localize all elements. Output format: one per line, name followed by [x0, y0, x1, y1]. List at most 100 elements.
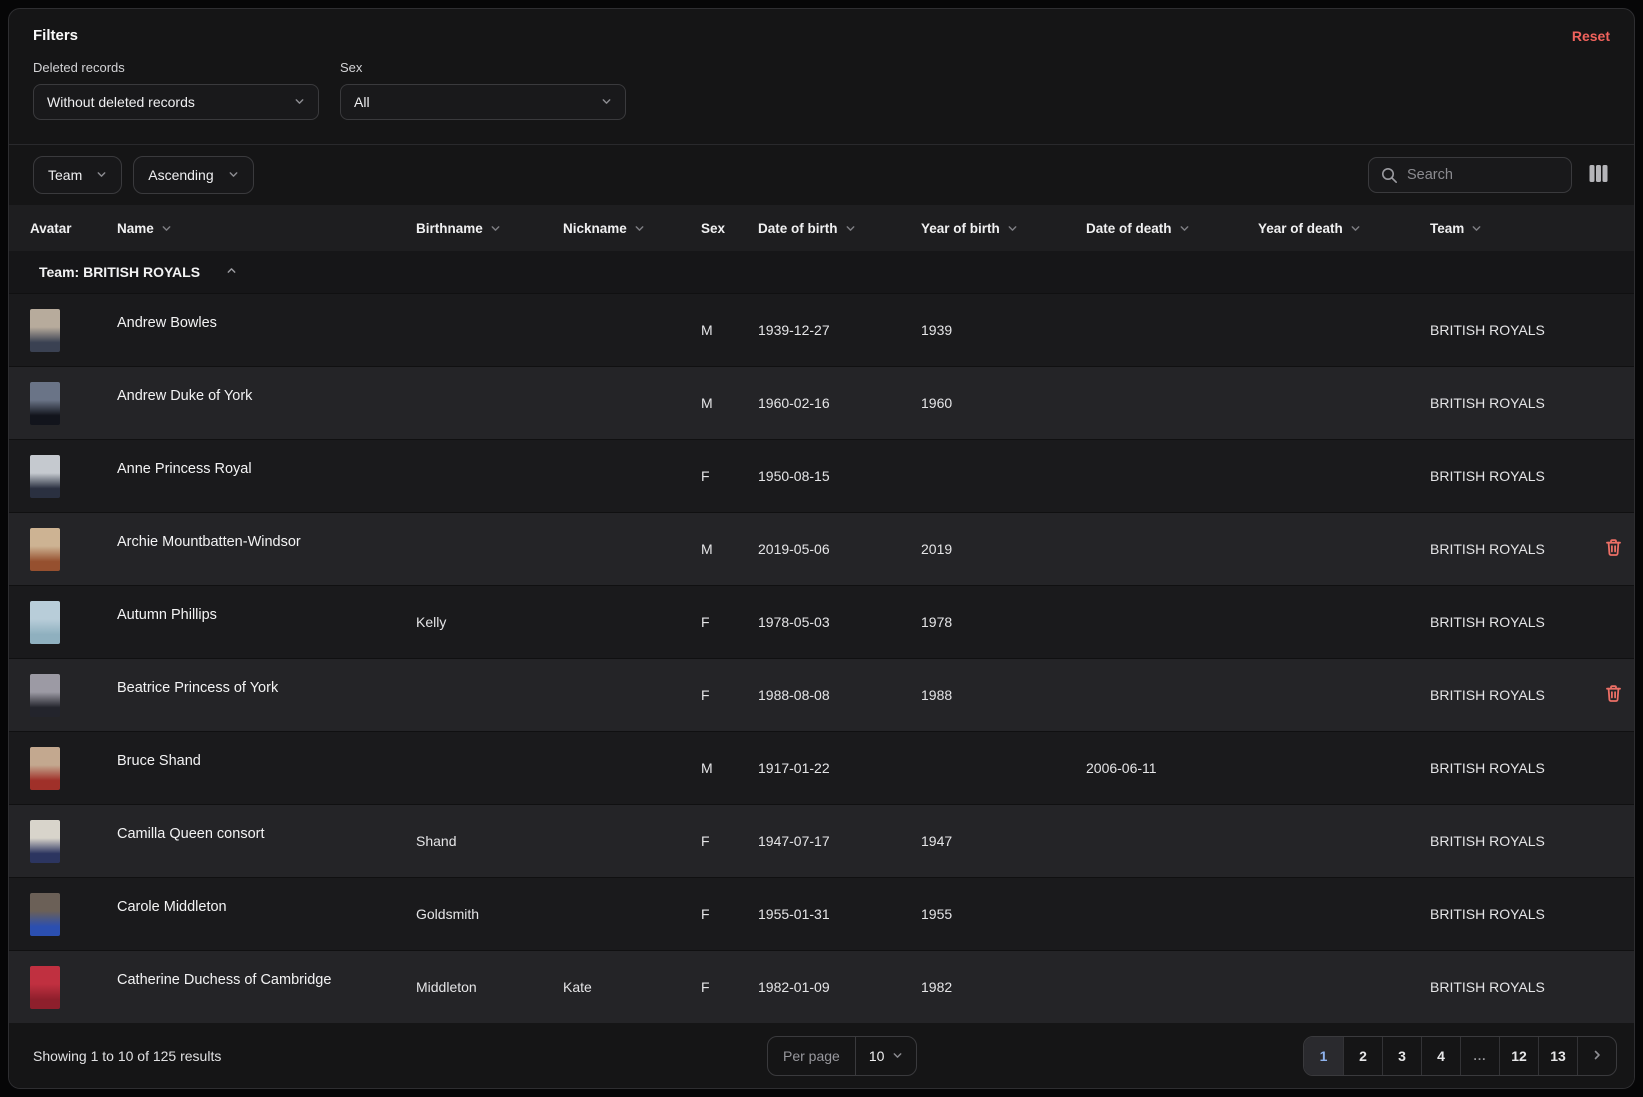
row-team: BRITISH ROYALS: [1430, 979, 1593, 995]
column-header-year_of_death[interactable]: Year of death: [1258, 221, 1430, 236]
row-sex: F: [701, 906, 758, 922]
avatar: [30, 966, 60, 1009]
table-row[interactable]: Andrew BowlesM1939-12-271939BRITISH ROYA…: [9, 293, 1634, 366]
row-birthname: Middleton: [416, 979, 563, 995]
per-page-control: Per page 10: [767, 1036, 917, 1076]
row-sex: M: [701, 322, 758, 338]
per-page-select[interactable]: 10: [856, 1037, 917, 1075]
table-row[interactable]: Archie Mountbatten-Windsor M2019-05-06201…: [9, 512, 1634, 585]
sex-filter: Sex All: [340, 60, 626, 120]
pagination-page-1[interactable]: 1: [1304, 1037, 1343, 1075]
pagination-page-3[interactable]: 3: [1382, 1037, 1421, 1075]
column-header-birthname[interactable]: Birthname: [416, 221, 563, 236]
delete-row-button[interactable]: [1593, 685, 1634, 705]
sort-order-value: Ascending: [148, 167, 213, 183]
columns-toggle-button[interactable]: [1587, 163, 1610, 187]
delete-row-button[interactable]: [1593, 539, 1634, 559]
deleted-records-label: Deleted records: [33, 60, 319, 75]
column-header-team[interactable]: Team: [1430, 221, 1593, 236]
row-year-of-birth: 1982: [921, 979, 1086, 995]
row-sex: M: [701, 395, 758, 411]
pagination-next-button[interactable]: [1577, 1037, 1616, 1075]
search-box[interactable]: [1368, 157, 1572, 193]
avatar: [30, 382, 60, 425]
column-header-sex: Sex: [701, 221, 758, 236]
pagination: 1234...1213: [1303, 1036, 1617, 1076]
table-row[interactable]: Andrew Duke of YorkM1960-02-161960BRITIS…: [9, 366, 1634, 439]
row-team: BRITISH ROYALS: [1430, 833, 1593, 849]
table-row[interactable]: Camilla Queen consortShandF1947-07-17194…: [9, 804, 1634, 877]
row-date-of-birth: 1960-02-16: [758, 395, 921, 411]
row-sex: F: [701, 833, 758, 849]
row-name: Beatrice Princess of York: [117, 680, 416, 696]
row-sex: M: [701, 541, 758, 557]
filters-section: Filters Reset Deleted records Without de…: [9, 9, 1634, 144]
reset-filters-button[interactable]: Reset: [1572, 28, 1610, 44]
column-header-year_of_birth[interactable]: Year of birth: [921, 221, 1086, 236]
column-header-date_of_birth[interactable]: Date of birth: [758, 221, 921, 236]
deleted-records-filter: Deleted records Without deleted records: [33, 60, 319, 120]
row-team: BRITISH ROYALS: [1430, 468, 1593, 484]
sort-field-select[interactable]: Team: [33, 156, 122, 194]
group-label: Team: BRITISH ROYALS: [39, 264, 200, 280]
chevron-down-icon: [96, 167, 107, 183]
row-date-of-birth: 1978-05-03: [758, 614, 921, 630]
column-header-nickname[interactable]: Nickname: [563, 221, 701, 236]
pagination-page-12[interactable]: 12: [1499, 1037, 1538, 1075]
row-name: Catherine Duchess of Cambridge: [117, 972, 416, 988]
row-birthname: Shand: [416, 833, 563, 849]
group-row-british-royals[interactable]: Team: BRITISH ROYALS: [9, 251, 1634, 293]
pagination-ellipsis: ...: [1460, 1037, 1499, 1075]
sex-value: All: [354, 94, 370, 110]
sex-select[interactable]: All: [340, 84, 626, 120]
pagination-page-2[interactable]: 2: [1343, 1037, 1382, 1075]
table-row[interactable]: Autumn PhillipsKellyF1978-05-031978BRITI…: [9, 585, 1634, 658]
avatar: [30, 674, 60, 717]
table-row[interactable]: Anne Princess RoyalF1950-08-15BRITISH RO…: [9, 439, 1634, 512]
row-date-of-birth: 1947-07-17: [758, 833, 921, 849]
row-year-of-birth: 2019: [921, 541, 1086, 557]
per-page-label[interactable]: Per page: [768, 1037, 856, 1075]
table-row[interactable]: Bruce ShandM1917-01-222006-06-11BRITISH …: [9, 731, 1634, 804]
table-row[interactable]: Carole MiddletonGoldsmithF1955-01-311955…: [9, 877, 1634, 950]
avatar: [30, 747, 60, 790]
columns-icon: [1589, 165, 1608, 185]
row-sex: F: [701, 614, 758, 630]
row-team: BRITISH ROYALS: [1430, 541, 1593, 557]
table-row[interactable]: Catherine Duchess of CambridgeMiddletonK…: [9, 950, 1634, 1023]
avatar: [30, 893, 60, 936]
pagination-page-13[interactable]: 13: [1538, 1037, 1577, 1075]
avatar: [30, 820, 60, 863]
records-panel: Filters Reset Deleted records Without de…: [8, 8, 1635, 1089]
sort-order-select[interactable]: Ascending: [133, 156, 253, 194]
pagination-page-4[interactable]: 4: [1421, 1037, 1460, 1075]
column-header-date_of_death[interactable]: Date of death: [1086, 221, 1258, 236]
row-team: BRITISH ROYALS: [1430, 906, 1593, 922]
deleted-records-select[interactable]: Without deleted records: [33, 84, 319, 120]
row-team: BRITISH ROYALS: [1430, 322, 1593, 338]
row-team: BRITISH ROYALS: [1430, 395, 1593, 411]
row-year-of-birth: 1978: [921, 614, 1086, 630]
row-name: Andrew Bowles: [117, 315, 416, 331]
deleted-records-value: Without deleted records: [47, 94, 195, 110]
row-date-of-birth: 1955-01-31: [758, 906, 921, 922]
row-team: BRITISH ROYALS: [1430, 614, 1593, 630]
table-row[interactable]: Beatrice Princess of YorkF1988-08-081988…: [9, 658, 1634, 731]
row-name: Camilla Queen consort: [117, 826, 416, 842]
chevron-down-icon: [228, 167, 239, 183]
row-year-of-birth: 1988: [921, 687, 1086, 703]
column-header-name[interactable]: Name: [117, 221, 416, 236]
row-name: Archie Mountbatten-Windsor: [117, 534, 416, 550]
row-birthname: Kelly: [416, 614, 563, 630]
row-date-of-birth: 2019-05-06: [758, 541, 921, 557]
search-input[interactable]: [1407, 167, 1559, 183]
avatar: [30, 309, 60, 352]
row-date-of-birth: 1982-01-09: [758, 979, 921, 995]
chevron-down-icon: [601, 94, 612, 110]
sort-field-value: Team: [48, 167, 82, 183]
row-actions: [1593, 685, 1634, 705]
row-sex: F: [701, 687, 758, 703]
table-footer: Showing 1 to 10 of 125 results Per page …: [9, 1023, 1634, 1088]
search-icon: [1381, 167, 1398, 184]
results-summary: Showing 1 to 10 of 125 results: [33, 1048, 221, 1064]
